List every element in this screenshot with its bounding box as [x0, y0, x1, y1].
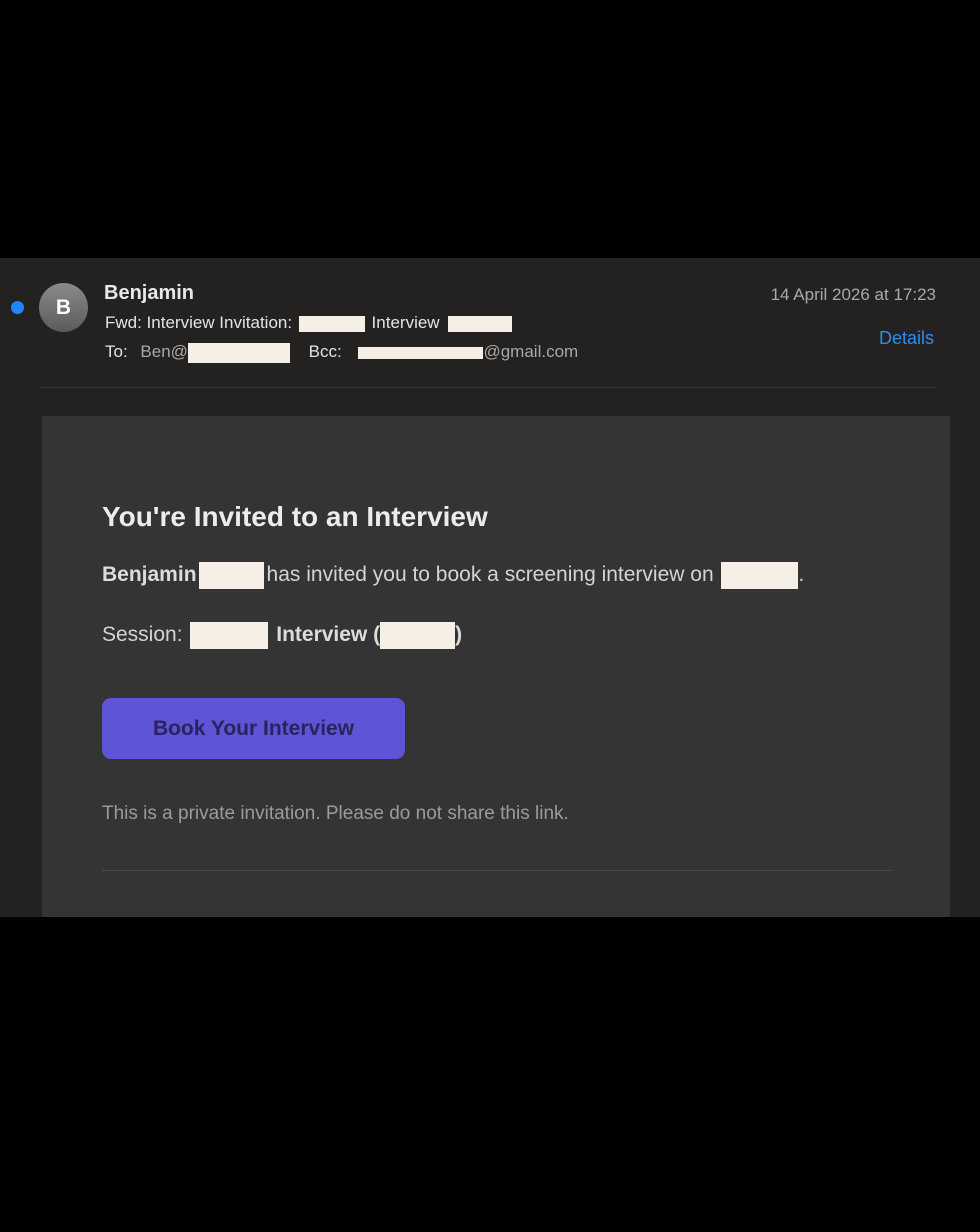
footer-divider: [102, 870, 891, 871]
to-label: To:: [105, 342, 128, 361]
inviter-name: Benjamin: [102, 563, 197, 587]
invite-text: has invited you to book a screening inte…: [266, 563, 714, 587]
invite-paragraph: Benjamin has invited you to book a screen…: [102, 562, 804, 589]
subject-middle: Interview: [371, 313, 440, 332]
recipients-line: To: Ben@ Bcc: @gmail.com: [105, 342, 578, 363]
bcc-label: Bcc:: [308, 342, 342, 361]
to-value[interactable]: Ben@: [140, 342, 188, 361]
redaction-box: [380, 622, 456, 649]
session-paragraph: Session: Interview (): [102, 622, 462, 649]
session-close: ): [455, 623, 463, 647]
redaction-box: [187, 342, 290, 363]
message-body: You're Invited to an Interview Benjamin h…: [42, 416, 950, 917]
subject-prefix: Fwd: Interview Invitation:: [105, 313, 293, 332]
redaction-box: [190, 622, 269, 649]
redaction-box: [298, 315, 365, 332]
invite-headline: You're Invited to an Interview: [102, 501, 488, 532]
session-interview: Interview (: [276, 623, 381, 647]
session-label: Session:: [102, 623, 183, 647]
unread-dot-icon: [11, 301, 24, 314]
bcc-suffix[interactable]: @gmail.com: [483, 342, 578, 361]
private-note: This is a private invitation. Please do …: [102, 803, 569, 824]
redaction-box: [448, 315, 513, 332]
book-interview-button[interactable]: Book Your Interview: [102, 698, 405, 759]
received-date: 14 April 2026 at 17:23: [770, 285, 936, 304]
sender-name: Benjamin: [104, 282, 195, 304]
avatar: B: [39, 283, 88, 332]
header-divider: [40, 387, 937, 388]
redaction-box: [198, 562, 264, 589]
redaction-box: [721, 562, 799, 589]
period: .: [798, 563, 805, 587]
email-message: B Benjamin Fwd: Interview Invitation: In…: [0, 258, 980, 917]
details-link[interactable]: Details: [879, 328, 934, 349]
subject-line: Fwd: Interview Invitation: Interview: [105, 313, 513, 333]
redaction-box: [358, 346, 484, 359]
